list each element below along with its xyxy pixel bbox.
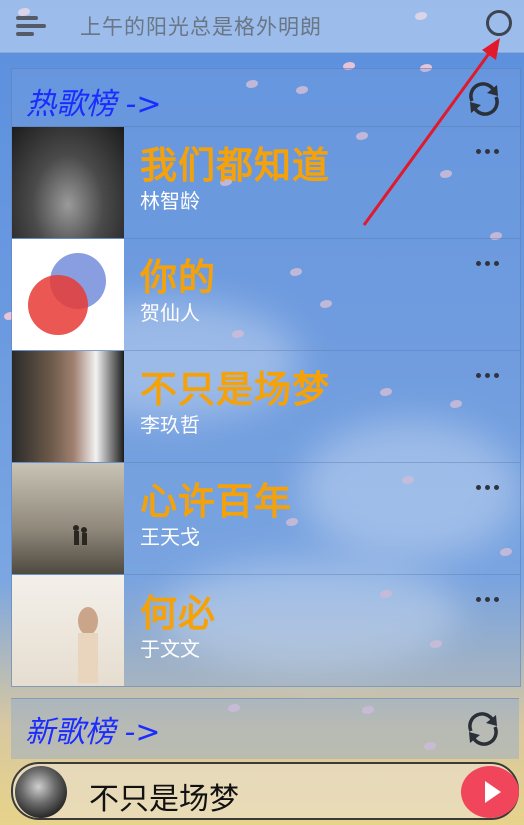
song-name: 你的 <box>140 256 216 299</box>
more-options-icon[interactable] <box>476 373 500 379</box>
song-item[interactable]: 何必 于文文 <box>12 575 520 686</box>
album-cover <box>12 239 124 350</box>
artist-name: 于文文 <box>140 637 200 661</box>
album-cover <box>12 463 124 574</box>
song-name: 不只是场梦 <box>140 368 330 411</box>
new-list-title[interactable]: 新歌榜 -> <box>25 707 161 751</box>
song-item[interactable]: 心许百年 王天戈 <box>12 463 520 575</box>
artist-name: 王天戈 <box>140 525 200 549</box>
song-item[interactable]: 我们都知道 林智龄 <box>12 127 520 239</box>
mini-player[interactable]: 不只是场梦 <box>11 762 519 820</box>
more-options-icon[interactable] <box>476 597 500 603</box>
song-item[interactable]: 不只是场梦 李玖哲 <box>12 351 520 463</box>
artist-name: 李玖哲 <box>140 413 200 437</box>
now-playing-cover[interactable] <box>15 766 67 818</box>
more-options-icon[interactable] <box>476 485 500 491</box>
song-name: 我们都知道 <box>140 144 330 187</box>
album-cover <box>12 351 124 462</box>
hot-list-header: 热歌榜 -> <box>12 69 520 127</box>
album-cover <box>12 127 124 238</box>
new-song-list: 新歌榜 -> <box>11 698 519 759</box>
search-icon[interactable] <box>486 10 512 36</box>
play-button[interactable] <box>461 766 519 818</box>
menu-icon[interactable] <box>16 16 46 36</box>
page-title: 上午的阳光总是格外明朗 <box>80 15 322 39</box>
hot-list-title[interactable]: 热歌榜 -> <box>26 79 162 123</box>
artist-name: 林智龄 <box>140 189 200 213</box>
refresh-icon[interactable] <box>464 79 504 119</box>
artist-name: 贺仙人 <box>140 301 200 325</box>
hot-song-list: 热歌榜 -> 我们都知道 林智龄 你的 贺仙人 不只是场梦 李玖哲 心许百年 王… <box>11 68 521 687</box>
now-playing-title: 不只是场梦 <box>89 782 239 817</box>
song-item[interactable]: 你的 贺仙人 <box>12 239 520 351</box>
more-options-icon[interactable] <box>476 149 500 155</box>
top-bar: 上午的阳光总是格外明朗 <box>0 0 524 53</box>
song-name: 心许百年 <box>140 480 292 523</box>
album-cover <box>12 575 124 686</box>
play-icon <box>485 781 501 803</box>
more-options-icon[interactable] <box>476 261 500 267</box>
refresh-icon[interactable] <box>463 709 503 749</box>
song-name: 何必 <box>140 592 216 635</box>
